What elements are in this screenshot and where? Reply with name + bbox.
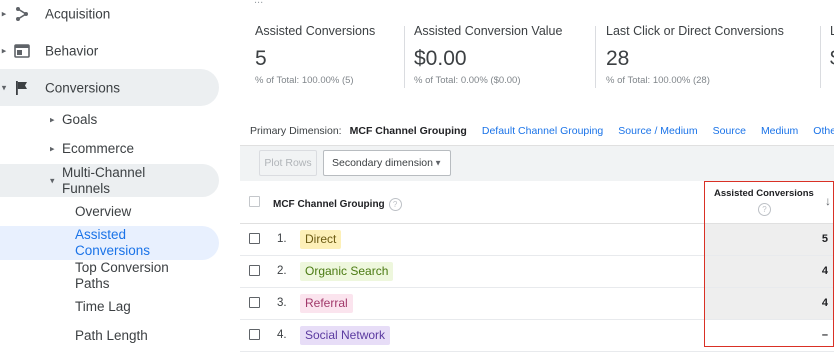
table-row: 1. Direct 5 (240, 224, 834, 256)
metric-divider (820, 26, 821, 88)
dimension-default-channel-grouping-link[interactable]: Default Channel Grouping (482, 125, 603, 137)
secondary-dimension-dropdown[interactable]: Secondary dimension ▼ (323, 150, 451, 176)
acquisition-icon (16, 6, 28, 21)
sidebar-item-label: Ecommerce (62, 141, 135, 156)
metric-cell: 4 (705, 256, 833, 287)
dimension-other-dropdown[interactable]: Other (813, 125, 834, 137)
metric-assisted-conversions[interactable]: Assisted Conversions 5 % of Total: 100.0… (255, 24, 375, 94)
caret-down-icon: ▼ (434, 158, 442, 168)
primary-dimension-bar: Primary Dimension: MCF Channel Grouping … (250, 125, 834, 137)
metric-percent-of-total: % of Total: 100.00% (28) (606, 75, 710, 86)
sidebar-item-top-conversion-paths[interactable]: Top Conversion Paths (0, 260, 219, 292)
table-header: MCF Channel Grouping? Assisted Conversio… (240, 181, 834, 224)
sidebar-item-goals[interactable]: ▸ Goals (0, 106, 219, 134)
flag-icon (16, 80, 27, 95)
metric-divider (595, 26, 596, 88)
metric-divider (404, 26, 405, 88)
row-checkbox[interactable] (249, 297, 260, 308)
plot-rows-button[interactable]: Plot Rows (259, 150, 317, 176)
column-header-mcf-channel-grouping[interactable]: MCF Channel Grouping? (273, 198, 402, 211)
row-index: 1. (277, 233, 287, 245)
chevron-right-icon: ▸ (50, 114, 55, 125)
channel-chip-social-network[interactable]: Social Network (300, 326, 391, 345)
sidebar-item-label: Acquisition (45, 6, 111, 21)
row-checkbox[interactable] (249, 329, 260, 340)
help-icon[interactable]: ? (388, 198, 402, 211)
primary-dimension-label: Primary Dimension: (250, 125, 342, 137)
metric-truncated[interactable]: L $ (830, 24, 834, 94)
metric-cell: 4 (705, 288, 833, 319)
metric-value: – (821, 329, 828, 341)
row-index: 4. (277, 329, 287, 341)
metric-value: $0.00 (414, 47, 467, 70)
chevron-right-icon: ▸ (1, 8, 7, 18)
sidebar-item-label: Goals (62, 112, 98, 127)
sidebar-item-time-lag[interactable]: Time Lag (0, 294, 219, 320)
column-header-label: Assisted Conversions (714, 188, 814, 199)
sidebar-item-acquisition[interactable]: ▸ Acquisition (0, 0, 219, 32)
chevron-right-icon: ▸ (1, 45, 7, 55)
metric-title: Assisted Conversion Value (414, 24, 563, 38)
metric-value: 4 (821, 265, 828, 277)
metric-value: 28 (606, 47, 630, 70)
dimension-source-link[interactable]: Source (713, 125, 746, 137)
table-row: 2. Organic Search 4 (240, 256, 834, 288)
row-checkbox[interactable] (249, 265, 260, 276)
secondary-dimension-label: Secondary dimension (332, 157, 433, 169)
row-index: 2. (277, 265, 287, 277)
channel-chip-organic-search[interactable]: Organic Search (300, 262, 394, 281)
sidebar-item-behavior[interactable]: ▸ Behavior (0, 32, 219, 69)
metric-last-click-conversions[interactable]: Last Click or Direct Conversions 28 % of… (606, 24, 784, 94)
sidebar-item-assisted-conversions[interactable]: Assisted Conversions (0, 226, 219, 260)
sidebar-item-multi-channel-funnels[interactable]: ▾ Multi-Channel Funnels (0, 164, 219, 197)
sidebar-item-label: Multi-Channel Funnels (62, 164, 146, 196)
sidebar-item-ecommerce[interactable]: ▸ Ecommerce (0, 135, 219, 163)
sidebar-item-overview[interactable]: Overview (0, 199, 219, 225)
sidebar-item-label: Conversions (45, 80, 121, 95)
metric-value: 5 (821, 233, 828, 245)
sidebar-item-label: Behavior (45, 43, 99, 58)
sidebar-item-label: Path Length (75, 328, 148, 343)
column-header-assisted-conversions[interactable]: Assisted Conversions ? ↓ (705, 181, 833, 224)
sidebar-item-label: Overview (75, 204, 132, 219)
select-all-checkbox[interactable] (249, 196, 260, 207)
metric-title: Last Click or Direct Conversions (606, 24, 784, 38)
metric-cell: – (705, 320, 833, 351)
metric-value: 4 (821, 297, 828, 309)
dimension-medium-link[interactable]: Medium (761, 125, 798, 137)
channel-chip-referral[interactable]: Referral (300, 294, 353, 313)
sidebar-item-label: Top Conversion Paths (75, 260, 169, 291)
behavior-icon (14, 43, 30, 58)
sidebar-item-path-length[interactable]: Path Length (0, 323, 219, 349)
table-row: 3. Referral 4 (240, 288, 834, 320)
metric-value: 5 (255, 47, 267, 70)
metric-percent-of-total: % of Total: 0.00% ($0.00) (414, 75, 521, 86)
chevron-right-icon: ▸ (50, 143, 55, 154)
metric-percent-of-total: % of Total: 100.00% (5) (255, 75, 354, 86)
row-checkbox[interactable] (249, 233, 260, 244)
metric-value: $ (830, 47, 834, 71)
report-main: ... Assisted Conversions 5 % of Total: 1… (240, 0, 834, 354)
column-header-label: MCF Channel Grouping (273, 199, 385, 211)
chevron-down-icon: ▾ (50, 175, 55, 185)
truncated-text: ... (254, 0, 264, 6)
metric-title: L (830, 24, 834, 38)
table-row: 4. Social Network – (240, 320, 834, 352)
report-table: MCF Channel Grouping? Assisted Conversio… (240, 181, 834, 352)
sidebar-item-conversions[interactable]: ▾ Conversions (0, 69, 219, 106)
channel-chip-direct[interactable]: Direct (300, 230, 342, 249)
row-index: 3. (277, 297, 287, 309)
sidebar-nav: ▸ Acquisition ▸ Behavior ▾ Conversions ▸… (0, 0, 240, 354)
sidebar-item-label: Assisted Conversions (75, 227, 151, 258)
metric-cell: 5 (705, 224, 833, 255)
metric-assisted-conversion-value[interactable]: Assisted Conversion Value $0.00 % of Tot… (414, 24, 562, 94)
metric-title: Assisted Conversions (255, 24, 376, 38)
sidebar-item-label: Time Lag (75, 299, 131, 314)
dimension-source-medium-link[interactable]: Source / Medium (618, 125, 697, 137)
chevron-down-icon: ▾ (1, 82, 7, 92)
table-toolbar: Plot Rows Secondary dimension ▼ (240, 145, 834, 181)
sort-descending-icon[interactable]: ↓ (825, 194, 831, 208)
dimension-mcf-channel-grouping: MCF Channel Grouping (349, 125, 467, 137)
help-icon[interactable]: ? (758, 203, 771, 216)
